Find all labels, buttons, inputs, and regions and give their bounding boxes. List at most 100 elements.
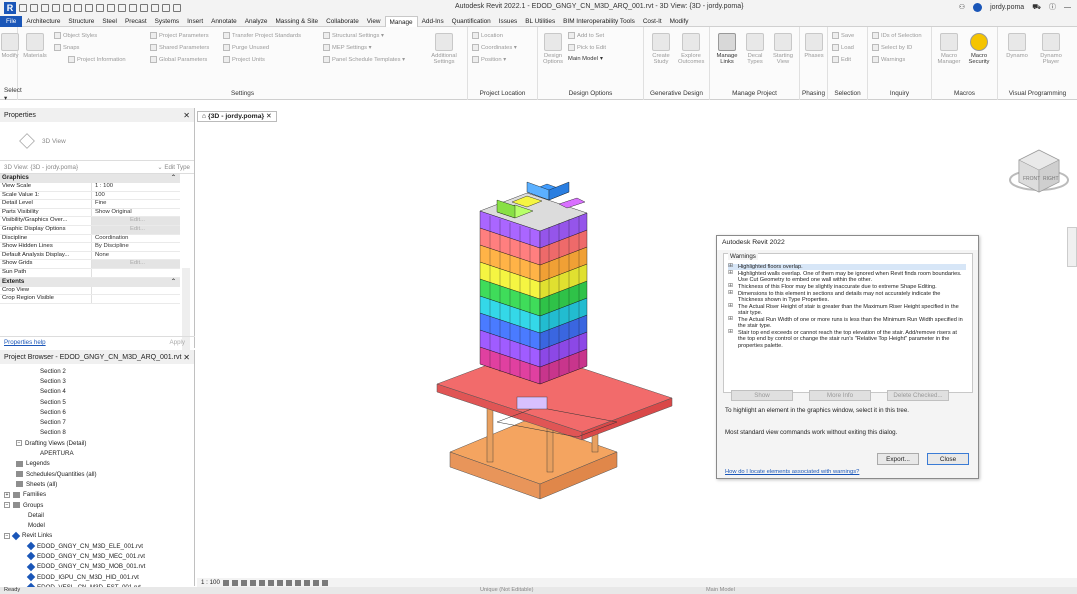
- mep-settings-button[interactable]: MEP Settings ▾: [323, 44, 372, 51]
- project-units-button[interactable]: Project Units: [223, 56, 265, 63]
- locate-elements-help-link[interactable]: How do I locate elements associated with…: [725, 469, 859, 475]
- manage-links-button[interactable]: Manage Links: [714, 33, 740, 65]
- browser-item[interactable]: Section 7: [0, 417, 194, 427]
- dynamo-player-button[interactable]: Dynamo Player: [1038, 33, 1064, 65]
- browser-item[interactable]: Schedules/Quantities (all): [0, 469, 194, 479]
- help-icon[interactable]: ⓘ: [1049, 2, 1056, 12]
- detail-level-icon[interactable]: [222, 579, 229, 586]
- browser-item[interactable]: − Groups: [0, 500, 194, 510]
- warning-item[interactable]: The Actual Riser Height of stair is grea…: [728, 303, 966, 317]
- more-info-button[interactable]: More Info: [809, 390, 871, 401]
- property-edit-button[interactable]: Edit...: [92, 225, 180, 234]
- property-value[interactable]: Coordination: [92, 235, 180, 243]
- close-icon[interactable]: ✕: [183, 353, 190, 362]
- tab-add-ins[interactable]: Add-Ins: [418, 16, 448, 27]
- reveal-hidden-icon[interactable]: [303, 579, 310, 586]
- property-value[interactable]: [92, 269, 180, 277]
- tab-issues[interactable]: Issues: [495, 16, 521, 27]
- pick-to-edit-button[interactable]: Pick to Edit: [568, 44, 606, 51]
- property-group-header[interactable]: Graphics ⌃: [0, 174, 180, 183]
- collapse-icon[interactable]: ⌃: [171, 278, 176, 287]
- view-tab-3d[interactable]: ⌂ {3D - jordy.poma} ✕: [197, 110, 277, 122]
- main-model-select[interactable]: Main Model ▾: [568, 56, 603, 62]
- additional-settings-button[interactable]: Additional Settings: [426, 33, 462, 65]
- property-value[interactable]: Show Original: [92, 209, 180, 217]
- design-options-button[interactable]: Design Options: [540, 33, 566, 65]
- tab-massing-site[interactable]: Massing & Site: [271, 16, 322, 27]
- browser-item[interactable]: − Drafting Views (Detail): [0, 438, 194, 448]
- shared-parameters-button[interactable]: Shared Parameters: [150, 44, 209, 51]
- macro-manager-button[interactable]: Macro Manager: [936, 33, 962, 65]
- browser-item[interactable]: Section 8: [0, 428, 194, 438]
- browser-item[interactable]: + Families: [0, 490, 194, 500]
- property-edit-button[interactable]: Edit...: [92, 217, 180, 225]
- tab-collaborate[interactable]: Collaborate: [322, 16, 363, 27]
- tab-analyze[interactable]: Analyze: [241, 16, 272, 27]
- show-button[interactable]: Show: [731, 390, 793, 401]
- browser-item[interactable]: EDOD_GNGY_CN_M3D_MOB_001.rvt: [0, 562, 194, 572]
- editable-status[interactable]: Unique (Not Editable): [480, 587, 533, 594]
- worksharing-icon[interactable]: [312, 579, 319, 586]
- transfer-standards-button[interactable]: Transfer Project Standards: [223, 32, 301, 39]
- dynamo-button[interactable]: Dynamo: [1004, 33, 1030, 59]
- crop-view-icon[interactable]: [267, 579, 274, 586]
- undo-icon[interactable]: [63, 4, 71, 12]
- warning-item[interactable]: Stair top end exceeds or cannot reach th…: [728, 329, 966, 349]
- open-icon[interactable]: [30, 4, 38, 12]
- redo-icon[interactable]: [74, 4, 82, 12]
- home-icon[interactable]: [19, 4, 27, 12]
- viewcube-right-label[interactable]: RIGHT: [1043, 176, 1059, 182]
- tab-manage[interactable]: Manage: [384, 15, 418, 27]
- ids-of-selection-button[interactable]: IDs of Selection: [872, 32, 922, 39]
- macro-security-button[interactable]: Macro Security: [966, 33, 992, 65]
- save-selection-button[interactable]: Save: [832, 32, 854, 39]
- location-button[interactable]: Location: [472, 32, 503, 39]
- load-selection-button[interactable]: Load: [832, 44, 854, 51]
- property-value[interactable]: [92, 295, 180, 303]
- tab-architecture[interactable]: Architecture: [22, 16, 64, 27]
- browser-item[interactable]: Legends: [0, 459, 194, 469]
- close-windows-icon[interactable]: [162, 4, 170, 12]
- browser-item[interactable]: EDOD_GNGY_CN_M3D_ELE_001.rvt: [0, 541, 194, 551]
- collapse-icon[interactable]: −: [4, 502, 10, 508]
- property-value[interactable]: None: [92, 252, 180, 260]
- snaps-button[interactable]: Snaps: [54, 44, 79, 51]
- user-name[interactable]: jordy.poma: [990, 4, 1024, 11]
- explore-outcomes-button[interactable]: Explore Outcomes: [678, 33, 704, 65]
- create-study-button[interactable]: Create Study: [648, 33, 674, 65]
- delete-checked-button[interactable]: Delete Checked...: [887, 390, 949, 401]
- tab-structure[interactable]: Structure: [64, 16, 98, 27]
- browser-item[interactable]: Section 4: [0, 387, 194, 397]
- type-selector[interactable]: 3D View: [0, 122, 194, 160]
- materials-button[interactable]: Materials: [22, 33, 48, 59]
- close-button[interactable]: Close: [927, 453, 969, 465]
- browser-item[interactable]: EDOD_IGPU_CN_M3D_HID_001.rvt: [0, 572, 194, 582]
- add-to-set-button[interactable]: Add to Set: [568, 32, 604, 39]
- sun-path-icon[interactable]: [240, 579, 247, 586]
- warning-item[interactable]: Thickness of this Floor may be slightly …: [728, 283, 966, 290]
- object-styles-button[interactable]: Object Styles: [54, 32, 97, 39]
- expand-icon[interactable]: +: [4, 491, 10, 498]
- warnings-button[interactable]: Warnings: [872, 56, 905, 63]
- position-button[interactable]: Position ▾: [472, 56, 506, 63]
- project-parameters-button[interactable]: Project Parameters: [150, 32, 209, 39]
- instance-selector[interactable]: 3D View: {3D - jordy.poma} ⌄ Edit Type: [0, 160, 194, 174]
- browser-item[interactable]: − Revit Links: [0, 531, 194, 541]
- temporary-hide-icon[interactable]: [294, 579, 301, 586]
- viewcube-front-label[interactable]: FRONT: [1023, 176, 1040, 182]
- viewcube[interactable]: FRONT RIGHT: [1009, 142, 1069, 202]
- browser-item[interactable]: Section 6: [0, 407, 194, 417]
- collapse-icon[interactable]: ⌃: [171, 174, 176, 183]
- tab-cost-it[interactable]: Cost-It: [639, 16, 666, 27]
- browser-item[interactable]: Detail: [0, 510, 194, 520]
- property-group-header[interactable]: Extents ⌃: [0, 277, 180, 287]
- browser-item[interactable]: Model: [0, 520, 194, 530]
- property-value[interactable]: 1 : 100: [92, 183, 180, 191]
- edit-type-button[interactable]: ⌄ Edit Type: [157, 164, 190, 171]
- render-icon[interactable]: [258, 579, 265, 586]
- browser-item[interactable]: Section 5: [0, 397, 194, 407]
- warning-item[interactable]: Highlighted walls overlap. One of them m…: [728, 270, 966, 284]
- save-icon[interactable]: [41, 4, 49, 12]
- browser-item[interactable]: Sheets (all): [0, 479, 194, 489]
- measure-icon[interactable]: [96, 4, 104, 12]
